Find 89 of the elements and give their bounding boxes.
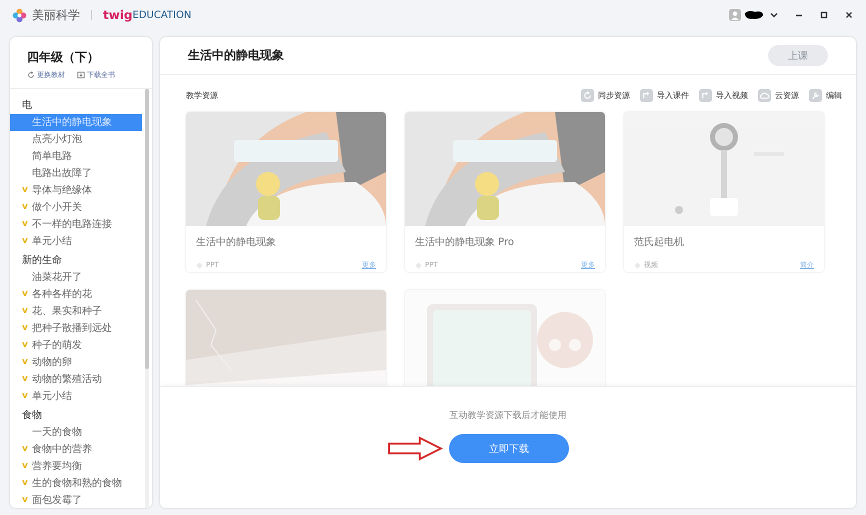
lesson-label: 做个小开关 (32, 200, 82, 215)
lesson-label: 单元小结 (32, 234, 72, 249)
download-button[interactable]: 立即下载 (449, 434, 569, 463)
lesson-mark-label: v (22, 477, 29, 490)
logo-icon (12, 8, 27, 22)
lesson-item[interactable]: 点亮小灯泡 (10, 131, 142, 148)
import-icon (699, 89, 712, 102)
lesson-item[interactable]: v 各种各样的花 (10, 286, 142, 303)
lesson-item[interactable]: v 单元小结 (10, 388, 142, 405)
lesson-item[interactable]: v 营养要均衡 (10, 458, 142, 475)
notice-text: 互动教学资源下载后才能使用 (450, 410, 566, 422)
lesson-label: 动物的卵 (32, 356, 72, 370)
resource-title: 范氏起电机 (634, 236, 685, 249)
lesson-item[interactable]: v 面包发霉了 (10, 492, 142, 508)
lesson-mark-label: v (22, 218, 29, 231)
unit-heading: 电 (21, 98, 33, 113)
refresh-icon (27, 71, 35, 79)
lesson-label: 食物中的营养 (32, 442, 92, 457)
lesson-item[interactable]: v 做个小开关 (10, 199, 142, 216)
lesson-mark-label: v (22, 390, 29, 403)
lesson-item[interactable]: v 生的食物和熟的食物 (10, 475, 142, 492)
redaction-mark (744, 9, 764, 21)
lesson-label: 电路出故障了 (32, 166, 92, 181)
lesson-mark-label: v (22, 305, 29, 318)
lesson-label: 一天的食物 (32, 426, 82, 440)
toolbar-button[interactable]: 云资源 (758, 89, 799, 102)
lesson-mark-label: v (22, 494, 29, 507)
toolbar-button[interactable]: 编辑 (809, 89, 842, 102)
lesson-item[interactable]: v 不一样的电路连接 (10, 216, 142, 233)
lesson-mark-label: v (22, 322, 29, 335)
unit-heading: 食物 (21, 409, 43, 423)
unit-heading: 新的生命 (21, 254, 63, 268)
lesson-item[interactable]: v 动物的繁殖活动 (10, 371, 142, 388)
arrow-icon (387, 436, 443, 461)
close-icon[interactable] (844, 10, 854, 20)
lesson-item[interactable]: 电路出故障了 (10, 165, 142, 182)
lesson-item[interactable]: v 把种子散播到远处 (10, 320, 142, 337)
import-icon (640, 89, 653, 102)
lesson-title: 生活中的静电现象 (188, 47, 285, 64)
lesson-mark-label: v (22, 373, 29, 386)
lesson-label: 简单电路 (32, 150, 72, 164)
lesson-label: 油菜花开了 (32, 270, 82, 285)
chevron-down-icon[interactable] (769, 10, 779, 20)
lesson-label: 点亮小灯泡 (32, 132, 82, 147)
cloud-icon (758, 89, 771, 102)
lesson-label: 营养要均衡 (32, 460, 82, 474)
lesson-mark-label: v (22, 235, 29, 248)
lesson-mark-label: v (22, 201, 29, 214)
lesson-item[interactable]: v 导体与绝缘体 (10, 182, 142, 199)
maximize-icon[interactable] (819, 10, 829, 20)
app-name: 美丽科学 (32, 6, 80, 24)
lesson-label: 面包发霉了 (32, 494, 82, 508)
sync-icon (581, 89, 594, 102)
lesson-label: 单元小结 (32, 390, 72, 404)
lesson-label: 各种各样的花 (32, 288, 92, 302)
lesson-label: 动物的繁殖活动 (32, 372, 102, 387)
toolbar-button[interactable]: 同步资源 (581, 89, 630, 102)
lesson-mark-label: v (22, 356, 29, 369)
lesson-item[interactable]: 简单电路 (10, 148, 142, 165)
resource-title: 生活中的静电现象 (196, 236, 277, 249)
lesson-item[interactable]: v 食物中的营养 (10, 441, 142, 458)
lesson-label: 把种子散播到远处 (32, 322, 112, 336)
scrollbar-thumb[interactable] (145, 89, 149, 369)
edit-icon (809, 89, 822, 102)
lesson-label: 导体与绝缘体 (32, 184, 92, 198)
lesson-label: 种子的萌发 (32, 338, 82, 353)
lesson-item[interactable]: v 花、果实和种子 (10, 303, 142, 320)
toolbar-button[interactable]: 导入课件 (640, 89, 689, 102)
lesson-mark-label: v (22, 460, 29, 473)
grade-title: 四年级（下） (26, 49, 100, 66)
lesson-label: 生的食物和熟的食物 (32, 476, 122, 491)
lesson-item[interactable]: v 单元小结 (10, 233, 142, 250)
lesson-mark-label: v (22, 184, 29, 197)
toolbar-button[interactable]: 导入视频 (699, 89, 748, 102)
lesson-label: 花、果实和种子 (32, 304, 102, 319)
resource-title: 生活中的静电现象 Pro (415, 236, 516, 249)
lesson-mark-label: v (22, 443, 29, 456)
lesson-label: 不一样的电路连接 (32, 218, 112, 232)
lesson-item[interactable]: v 种子的萌发 (10, 337, 142, 354)
lesson-item[interactable]: 一天的食物 (10, 424, 142, 441)
lesson-mark-label: v (22, 339, 29, 352)
section-label: 教学资源 (186, 90, 218, 101)
lesson-mark-label: v (22, 288, 29, 301)
lesson-label: 生活中的静电现象 (32, 116, 112, 130)
brand-sub: EDUCATION (132, 10, 192, 20)
lesson-item[interactable]: 油菜花开了 (10, 269, 142, 286)
lesson-item[interactable]: v 动物的卵 (10, 354, 142, 371)
brand-main: twig (103, 8, 133, 22)
download-icon (77, 71, 85, 79)
